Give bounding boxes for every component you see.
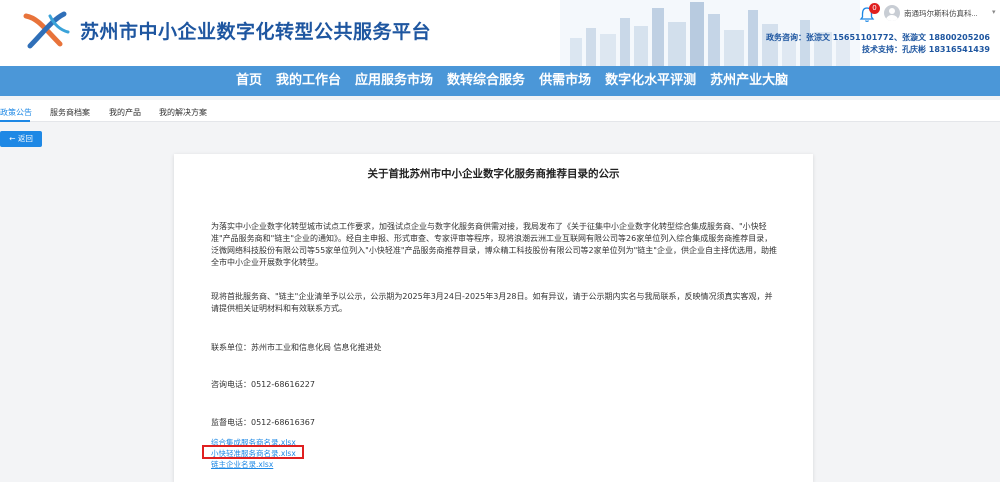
tab-my-products[interactable]: 我的产品 bbox=[109, 107, 141, 118]
contact-tech-support: 技术支持：孔庆彬 18316541439 bbox=[861, 45, 990, 54]
article-title: 关于首批苏州市中小企业数字化服务商推荐目录的公示 bbox=[367, 168, 620, 180]
chevron-down-icon[interactable]: ▾ bbox=[992, 8, 996, 16]
contact-unit: 联系单位：苏州市工业和信息化局 信息化推进处 bbox=[211, 343, 382, 352]
sub-tabs: 政策公告 服务商档案 我的产品 我的解决方案 bbox=[0, 100, 1000, 122]
notification-badge: 0 bbox=[869, 3, 880, 14]
main-nav: 首页 我的工作台 应用服务市场 数转综合服务 供需市场 数字化水平评测 苏州产业… bbox=[0, 66, 1000, 96]
site-header: 苏州市中小企业数字化转型公共服务平台 0 南通玛尔斯科仿真科... ▾ 政务咨询… bbox=[0, 0, 1000, 66]
consult-phone: 咨询电话：0512-68616227 bbox=[211, 380, 315, 389]
tab-policy-notices[interactable]: 政策公告 bbox=[0, 107, 32, 118]
article-paragraph-intro: 为落实中小企业数字化转型城市试点工作要求，加强试点企业与数字化服务商供需对接，我… bbox=[211, 222, 777, 267]
supervise-phone: 监督电话：0512-68616367 bbox=[211, 418, 315, 427]
highlight-annotation-box bbox=[202, 445, 304, 459]
user-name[interactable]: 南通玛尔斯科仿真科... bbox=[904, 8, 978, 19]
article-paragraph-notice: 现将首批服务商、"链主"企业清单予以公示，公示期为2025年3月24日-2025… bbox=[211, 292, 773, 313]
site-title: 苏州市中小企业数字化转型公共服务平台 bbox=[80, 21, 432, 43]
nav-item-industry-brain[interactable]: 苏州产业大脑 bbox=[710, 66, 788, 96]
user-avatar[interactable] bbox=[884, 5, 900, 21]
contact-business: 政务咨询：张淙文 15651101772、张漩文 18800205206 bbox=[765, 33, 990, 42]
tab-provider-archive[interactable]: 服务商档案 bbox=[50, 107, 90, 118]
nav-item-app-market[interactable]: 应用服务市场 bbox=[355, 66, 433, 96]
tab-my-solutions[interactable]: 我的解决方案 bbox=[159, 107, 207, 118]
nav-item-supply-demand[interactable]: 供需市场 bbox=[539, 66, 591, 96]
nav-item-digital-assessment[interactable]: 数字化水平评测 bbox=[605, 66, 696, 96]
active-tab-indicator bbox=[0, 120, 30, 122]
attachment-link-chain-leaders[interactable]: 链主企业名录.xlsx bbox=[211, 459, 273, 470]
nav-item-home[interactable]: 首页 bbox=[236, 66, 262, 96]
platform-logo bbox=[23, 11, 70, 49]
nav-item-workbench[interactable]: 我的工作台 bbox=[276, 66, 341, 96]
article-card: 关于首批苏州市中小企业数字化服务商推荐目录的公示 为落实中小企业数字化转型城市试… bbox=[174, 154, 813, 482]
nav-item-digital-services[interactable]: 数转综合服务 bbox=[447, 66, 525, 96]
back-button[interactable]: ← 返回 bbox=[0, 131, 42, 147]
